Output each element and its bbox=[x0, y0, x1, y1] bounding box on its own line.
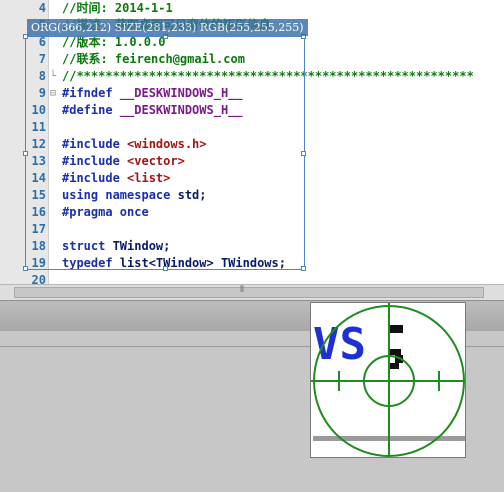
code-token: <windows.h> bbox=[127, 137, 207, 151]
code-text: struct TWindow; bbox=[62, 238, 170, 255]
zoomed-pixel-block bbox=[389, 363, 399, 369]
code-text: #pragma once bbox=[62, 204, 149, 221]
fold-marker-icon: └ bbox=[49, 71, 57, 82]
code-token: #include bbox=[62, 137, 128, 151]
line-number: 16 bbox=[31, 205, 46, 219]
code-token: //联系: feirench@gmail.com bbox=[62, 52, 245, 66]
code-token: #pragma once bbox=[62, 205, 149, 219]
code-text: #ifndef __DESKWINDOWS_H__ bbox=[62, 85, 243, 102]
code-line[interactable]: 9 ⊟ #ifndef __DESKWINDOWS_H__ bbox=[0, 85, 504, 102]
line-number: 9 bbox=[38, 86, 46, 100]
code-line[interactable]: 17 bbox=[0, 221, 504, 238]
code-token: TWindow; bbox=[112, 239, 171, 253]
code-line[interactable]: 4 //时间: 2014-1-1 bbox=[0, 0, 504, 17]
code-text: #include <vector> bbox=[62, 153, 185, 170]
scrollbar-thumb[interactable] bbox=[14, 287, 484, 298]
code-token: typedef bbox=[62, 256, 120, 270]
code-line[interactable]: 13 #include <vector> bbox=[0, 153, 504, 170]
zoomed-text: VS bbox=[313, 319, 366, 370]
code-token: //**************************************… bbox=[62, 69, 474, 83]
magnifier-preview: VS bbox=[310, 302, 466, 458]
code-line[interactable]: 8 └ //************************************… bbox=[0, 68, 504, 85]
code-token: #include bbox=[62, 154, 128, 168]
code-token: #ifndef bbox=[62, 86, 120, 100]
code-line[interactable]: 7 //联系: feirench@gmail.com bbox=[0, 51, 504, 68]
code-text: #define __DESKWINDOWS_H__ bbox=[62, 102, 243, 119]
scrollbar-grip-icon: ⦀ bbox=[240, 285, 244, 295]
code-line[interactable]: 18 struct TWindow; bbox=[0, 238, 504, 255]
code-line[interactable]: 15 using namespace std; bbox=[0, 187, 504, 204]
line-number: 11 bbox=[31, 120, 46, 134]
code-line[interactable]: 11 bbox=[0, 119, 504, 136]
zoomed-pixel-block bbox=[389, 349, 401, 355]
code-text: using namespace std; bbox=[62, 187, 207, 204]
code-token: #include bbox=[62, 171, 128, 185]
code-line[interactable]: 10 #define __DESKWINDOWS_H__ bbox=[0, 102, 504, 119]
code-token: __DESKWINDOWS_H__ bbox=[119, 86, 243, 100]
line-number: 6 bbox=[38, 35, 46, 49]
code-text: //时间: 2014-1-1 bbox=[62, 0, 173, 17]
code-token: <list> bbox=[127, 171, 171, 185]
code-line[interactable]: 6 //版本: 1.0.0.0 bbox=[0, 34, 504, 51]
code-line[interactable]: 19 typedef list<TWindow> TWindows; bbox=[0, 255, 504, 272]
fold-marker-icon[interactable]: ⊟ bbox=[48, 85, 58, 102]
code-token: <vector> bbox=[127, 154, 185, 168]
code-text: #include <list> bbox=[62, 170, 170, 187]
code-line[interactable]: 14 #include <list> bbox=[0, 170, 504, 187]
code-token: struct bbox=[62, 239, 113, 253]
code-line[interactable]: 12 #include <windows.h> bbox=[0, 136, 504, 153]
code-token: using namespace bbox=[62, 188, 178, 202]
line-number: 15 bbox=[31, 188, 46, 202]
line-number: 17 bbox=[31, 222, 46, 236]
zoomed-pixel-block bbox=[389, 325, 403, 333]
line-number: 13 bbox=[31, 154, 46, 168]
code-token: //时间: 2014-1-1 bbox=[62, 1, 173, 15]
code-token: //版本: 1.0.0.0 bbox=[62, 35, 166, 49]
code-editor[interactable]: 4//时间: 2014-1-15//描述: 获取桌面可见窗体的矩形信息6//版本… bbox=[0, 0, 504, 287]
horizontal-scrollbar[interactable]: ⦀ bbox=[0, 284, 504, 301]
line-number: 4 bbox=[38, 1, 46, 15]
line-number: 8 bbox=[38, 69, 46, 83]
magnifier-canvas: VS bbox=[311, 303, 465, 457]
capture-info-label: ORG(366,212) SIZE(281,233) RGB(255,255,2… bbox=[27, 19, 308, 36]
code-token: list<TWindow> TWindows; bbox=[119, 256, 286, 270]
code-text: //**************************************… bbox=[62, 68, 474, 85]
line-number: 7 bbox=[38, 52, 46, 66]
line-number: 18 bbox=[31, 239, 46, 253]
line-number: 12 bbox=[31, 137, 46, 151]
code-line[interactable]: 16 #pragma once bbox=[0, 204, 504, 221]
code-text: //版本: 1.0.0.0 bbox=[62, 34, 165, 51]
code-text: typedef list<TWindow> TWindows; bbox=[62, 255, 286, 272]
code-text: #include <windows.h> bbox=[62, 136, 207, 153]
code-token: std; bbox=[177, 188, 207, 202]
line-number: 14 bbox=[31, 171, 46, 185]
code-token: __DESKWINDOWS_H__ bbox=[119, 103, 243, 117]
code-token: #define bbox=[62, 103, 120, 117]
line-number: 19 bbox=[31, 256, 46, 270]
line-number: 10 bbox=[31, 103, 46, 117]
code-text: //联系: feirench@gmail.com bbox=[62, 51, 245, 68]
